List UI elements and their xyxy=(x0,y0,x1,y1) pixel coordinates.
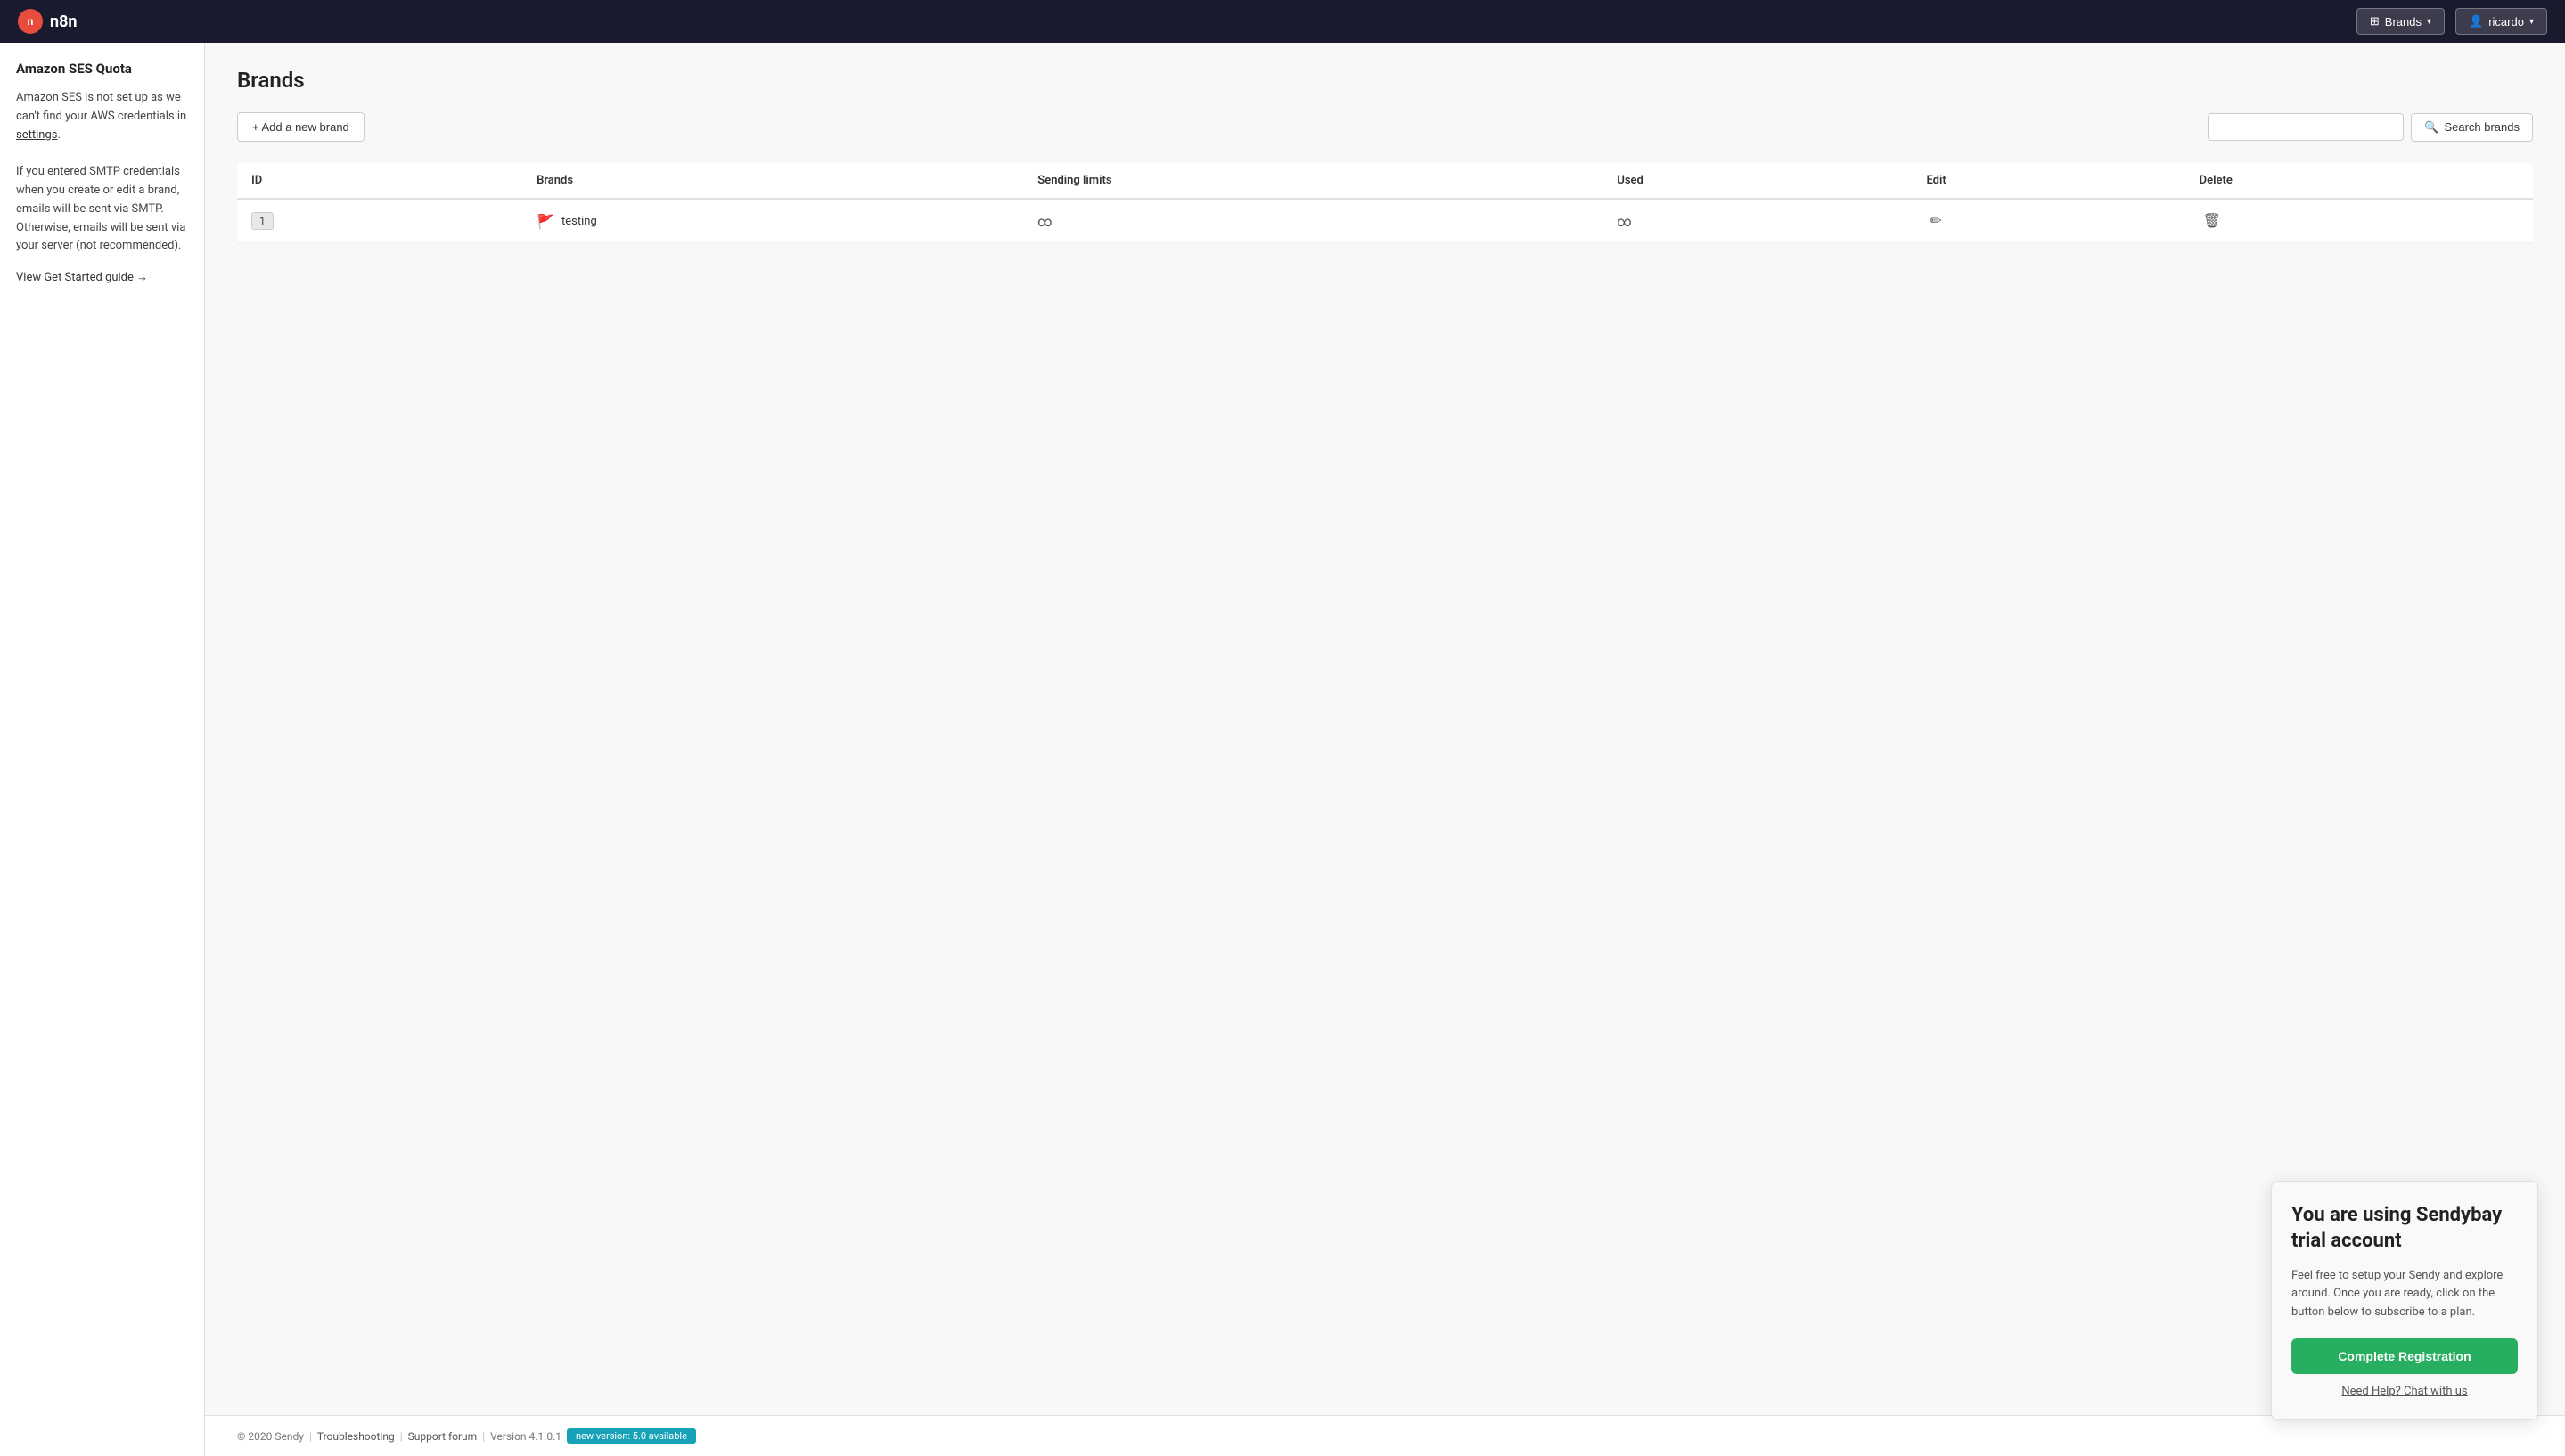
col-brands: Brands xyxy=(522,163,1023,199)
brands-nav-button[interactable]: ⊞ Brands ▾ xyxy=(2356,8,2445,35)
trial-body: Feel free to setup your Sendy and explor… xyxy=(2291,1267,2518,1322)
sidebar-title: Amazon SES Quota xyxy=(16,61,188,77)
user-nav-button[interactable]: 👤 ricardo ▾ xyxy=(2455,8,2547,35)
brand-name-wrapper: 🚩 testing xyxy=(537,213,1009,230)
sending-limits-value: ∞ xyxy=(1037,213,1052,230)
sidebar-text-ses: Amazon SES is not set up as we can't fin… xyxy=(16,89,188,144)
settings-link[interactable]: settings xyxy=(16,128,57,142)
brand-sending-limits-cell: ∞ xyxy=(1023,199,1602,243)
user-nav-label: ricardo xyxy=(2488,15,2524,29)
search-area: 🔍 Search brands xyxy=(2208,113,2533,142)
chat-help-link[interactable]: Need Help? Chat with us xyxy=(2341,1385,2467,1398)
col-delete: Delete xyxy=(2185,163,2533,199)
complete-registration-button[interactable]: Complete Registration xyxy=(2291,1338,2518,1374)
brands-nav-label: Brands xyxy=(2385,15,2422,29)
user-icon: 👤 xyxy=(2469,14,2483,29)
trial-help: Need Help? Chat with us xyxy=(2291,1385,2518,1398)
used-value: ∞ xyxy=(1617,213,1631,230)
sidebar: Amazon SES Quota Amazon SES is not set u… xyxy=(0,43,205,1456)
page-wrapper: Amazon SES Quota Amazon SES is not set u… xyxy=(0,43,2565,1456)
support-link[interactable]: Support forum xyxy=(408,1430,478,1443)
brand-name: testing xyxy=(561,215,597,228)
troubleshooting-link[interactable]: Troubleshooting xyxy=(317,1430,395,1443)
brands-chevron-icon: ▾ xyxy=(2427,17,2431,27)
edit-brand-button[interactable]: ✏ xyxy=(1926,210,1945,232)
table-row: 1 🚩 testing ∞ ∞ xyxy=(237,199,2533,243)
app-logo: n n8n xyxy=(18,9,78,34)
main-content: Brands + Add a new brand 🔍 Search brands… xyxy=(205,43,2565,1415)
brand-used-cell: ∞ xyxy=(1602,199,1912,243)
main-area: Brands + Add a new brand 🔍 Search brands… xyxy=(205,43,2565,1456)
top-navigation: n n8n ⊞ Brands ▾ 👤 ricardo ▾ xyxy=(0,0,2565,43)
user-chevron-icon: ▾ xyxy=(2529,17,2534,27)
page-title: Brands xyxy=(237,68,2533,93)
brand-id-badge: 1 xyxy=(251,212,274,230)
search-icon: 🔍 xyxy=(2424,120,2438,135)
footer-version: Version 4.1.0.1 xyxy=(490,1430,561,1443)
brand-name-cell: 🚩 testing xyxy=(522,199,1023,243)
col-sending-limits: Sending limits xyxy=(1023,163,1602,199)
table-body: 1 🚩 testing ∞ ∞ xyxy=(237,199,2533,243)
col-id: ID xyxy=(237,163,522,199)
add-brand-button[interactable]: + Add a new brand xyxy=(237,112,365,142)
search-brands-button[interactable]: 🔍 Search brands xyxy=(2411,113,2533,142)
footer-sep-1: | xyxy=(309,1430,312,1443)
sidebar-text-smtp: If you entered SMTP credentials when you… xyxy=(16,163,188,256)
logo-icon: n xyxy=(18,9,43,34)
delete-brand-button[interactable]: 🗑 xyxy=(2200,210,2225,232)
brands-table: ID Brands Sending limits Used Edit Delet… xyxy=(237,163,2533,243)
app-name: n8n xyxy=(50,12,78,31)
brand-flag-icon: 🚩 xyxy=(537,213,554,230)
brand-delete-cell: 🗑 xyxy=(2185,199,2533,243)
search-brands-label: Search brands xyxy=(2444,120,2520,134)
trial-title: You are using Sendybay trial account xyxy=(2291,1203,2518,1254)
col-used: Used xyxy=(1602,163,1912,199)
footer-sep-3: | xyxy=(482,1430,485,1443)
grid-icon: ⊞ xyxy=(2370,14,2380,29)
footer: © 2020 Sendy | Troubleshooting | Support… xyxy=(205,1415,2565,1456)
col-edit: Edit xyxy=(1912,163,2184,199)
brand-id-cell: 1 xyxy=(237,199,522,243)
table-header-row: ID Brands Sending limits Used Edit Delet… xyxy=(237,163,2533,199)
table-header: ID Brands Sending limits Used Edit Delet… xyxy=(237,163,2533,199)
footer-sep-2: | xyxy=(400,1430,403,1443)
new-version-badge[interactable]: new version: 5.0 available xyxy=(567,1428,696,1444)
topnav-right: ⊞ Brands ▾ 👤 ricardo ▾ xyxy=(2356,8,2547,35)
footer-copyright: © 2020 Sendy xyxy=(237,1430,304,1443)
sidebar-body: Amazon SES is not set up as we can't fin… xyxy=(16,89,188,256)
toolbar: + Add a new brand 🔍 Search brands xyxy=(237,112,2533,142)
brand-edit-cell: ✏ xyxy=(1912,199,2184,243)
trial-popup: You are using Sendybay trial account Fee… xyxy=(2271,1181,2538,1420)
get-started-link[interactable]: View Get Started guide → xyxy=(16,270,148,284)
search-input[interactable] xyxy=(2208,113,2404,141)
